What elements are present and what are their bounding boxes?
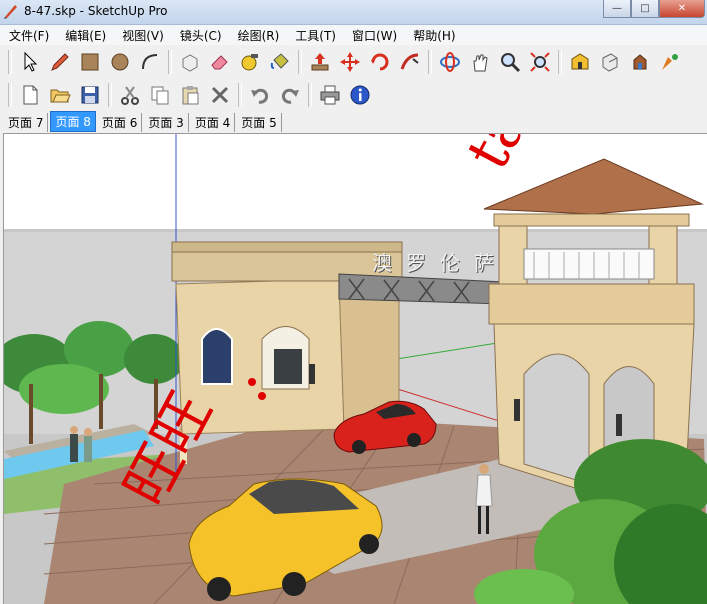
- undo-icon[interactable]: [246, 81, 274, 109]
- warehouse-icon[interactable]: [566, 48, 594, 76]
- open-icon[interactable]: [46, 81, 74, 109]
- arc-icon[interactable]: [136, 48, 164, 76]
- tab-scene-3[interactable]: 页面 3: [144, 113, 189, 132]
- menu-window[interactable]: 窗口(W): [343, 27, 404, 44]
- sketchup-app-icon[interactable]: [3, 3, 19, 19]
- zoom-extents-icon[interactable]: [526, 48, 554, 76]
- move-icon[interactable]: [336, 48, 364, 76]
- window-controls: — □ ✕: [603, 0, 705, 19]
- pan-icon[interactable]: [466, 48, 494, 76]
- delete-icon[interactable]: [206, 81, 234, 109]
- eraser-icon[interactable]: [206, 48, 234, 76]
- tab-scene-5[interactable]: 页面 5: [237, 113, 282, 132]
- menu-help[interactable]: 帮助(H): [404, 27, 462, 44]
- paint-bucket-icon[interactable]: [266, 48, 294, 76]
- toolbar-separator: [428, 50, 432, 74]
- circle-icon[interactable]: [106, 48, 134, 76]
- toolbar-grip: [8, 50, 12, 74]
- follow-me-icon[interactable]: [396, 48, 424, 76]
- menu-camera[interactable]: 镜头(C): [171, 27, 229, 44]
- new-icon[interactable]: [16, 81, 44, 109]
- scene-canvas: [4, 134, 707, 604]
- tab-scene-4[interactable]: 页面 4: [191, 113, 236, 132]
- toolbar-grip: [8, 83, 12, 107]
- save-icon[interactable]: [76, 81, 104, 109]
- watermark-dot: [258, 392, 266, 400]
- model-viewport[interactable]: 澳罗伦萨 taiilin188 旺旺: [3, 133, 707, 604]
- tape-measure-icon[interactable]: [236, 48, 264, 76]
- standard-toolbar: [0, 79, 707, 111]
- rectangle-icon[interactable]: [76, 48, 104, 76]
- print-icon[interactable]: [316, 81, 344, 109]
- tab-scene-7[interactable]: 页面 7: [4, 113, 49, 132]
- paste-icon[interactable]: [176, 81, 204, 109]
- toolbar-separator: [108, 83, 112, 107]
- menu-view[interactable]: 视图(V): [113, 27, 171, 44]
- rotate-icon[interactable]: [366, 48, 394, 76]
- components-icon[interactable]: [626, 48, 654, 76]
- scene-tabs: 页面 7 页面 8 页面 6 页面 3 页面 4 页面 5: [0, 111, 707, 132]
- tab-scene-6[interactable]: 页面 6: [98, 113, 143, 132]
- orbit-icon[interactable]: [436, 48, 464, 76]
- tab-scene-8[interactable]: 页面 8: [50, 111, 96, 132]
- menu-tools[interactable]: 工具(T): [286, 27, 343, 44]
- make-component-icon[interactable]: [176, 48, 204, 76]
- maximize-button[interactable]: □: [631, 0, 659, 18]
- zoom-icon[interactable]: [496, 48, 524, 76]
- menu-file[interactable]: 文件(F): [0, 27, 56, 44]
- push-pull-icon[interactable]: [306, 48, 334, 76]
- menu-draw[interactable]: 绘图(R): [229, 27, 287, 44]
- cut-icon[interactable]: [116, 81, 144, 109]
- info-icon[interactable]: [346, 81, 374, 109]
- redo-icon[interactable]: [276, 81, 304, 109]
- menu-bar: 文件(F) 编辑(E) 视图(V) 镜头(C) 绘图(R) 工具(T) 窗口(W…: [0, 25, 707, 45]
- copy-icon[interactable]: [146, 81, 174, 109]
- share-model-icon[interactable]: [596, 48, 624, 76]
- toolbar-separator: [298, 50, 302, 74]
- toolbar-separator: [558, 50, 562, 74]
- title-bar: 8-47.skp - SketchUp Pro — □ ✕: [0, 0, 707, 25]
- select-icon[interactable]: [16, 48, 44, 76]
- toolbar-separator: [238, 83, 242, 107]
- minimize-button[interactable]: —: [603, 0, 631, 18]
- watermark-dot: [248, 378, 256, 386]
- menu-edit[interactable]: 编辑(E): [56, 27, 113, 44]
- close-button[interactable]: ✕: [659, 0, 705, 18]
- pencil-icon[interactable]: [46, 48, 74, 76]
- window-title: 8-47.skp - SketchUp Pro: [24, 4, 168, 18]
- extension-icon[interactable]: [656, 48, 684, 76]
- gate-sign-text: 澳罗伦萨: [372, 251, 508, 275]
- main-toolbar: [0, 46, 707, 78]
- toolbar-separator: [168, 50, 172, 74]
- toolbar-separator: [308, 83, 312, 107]
